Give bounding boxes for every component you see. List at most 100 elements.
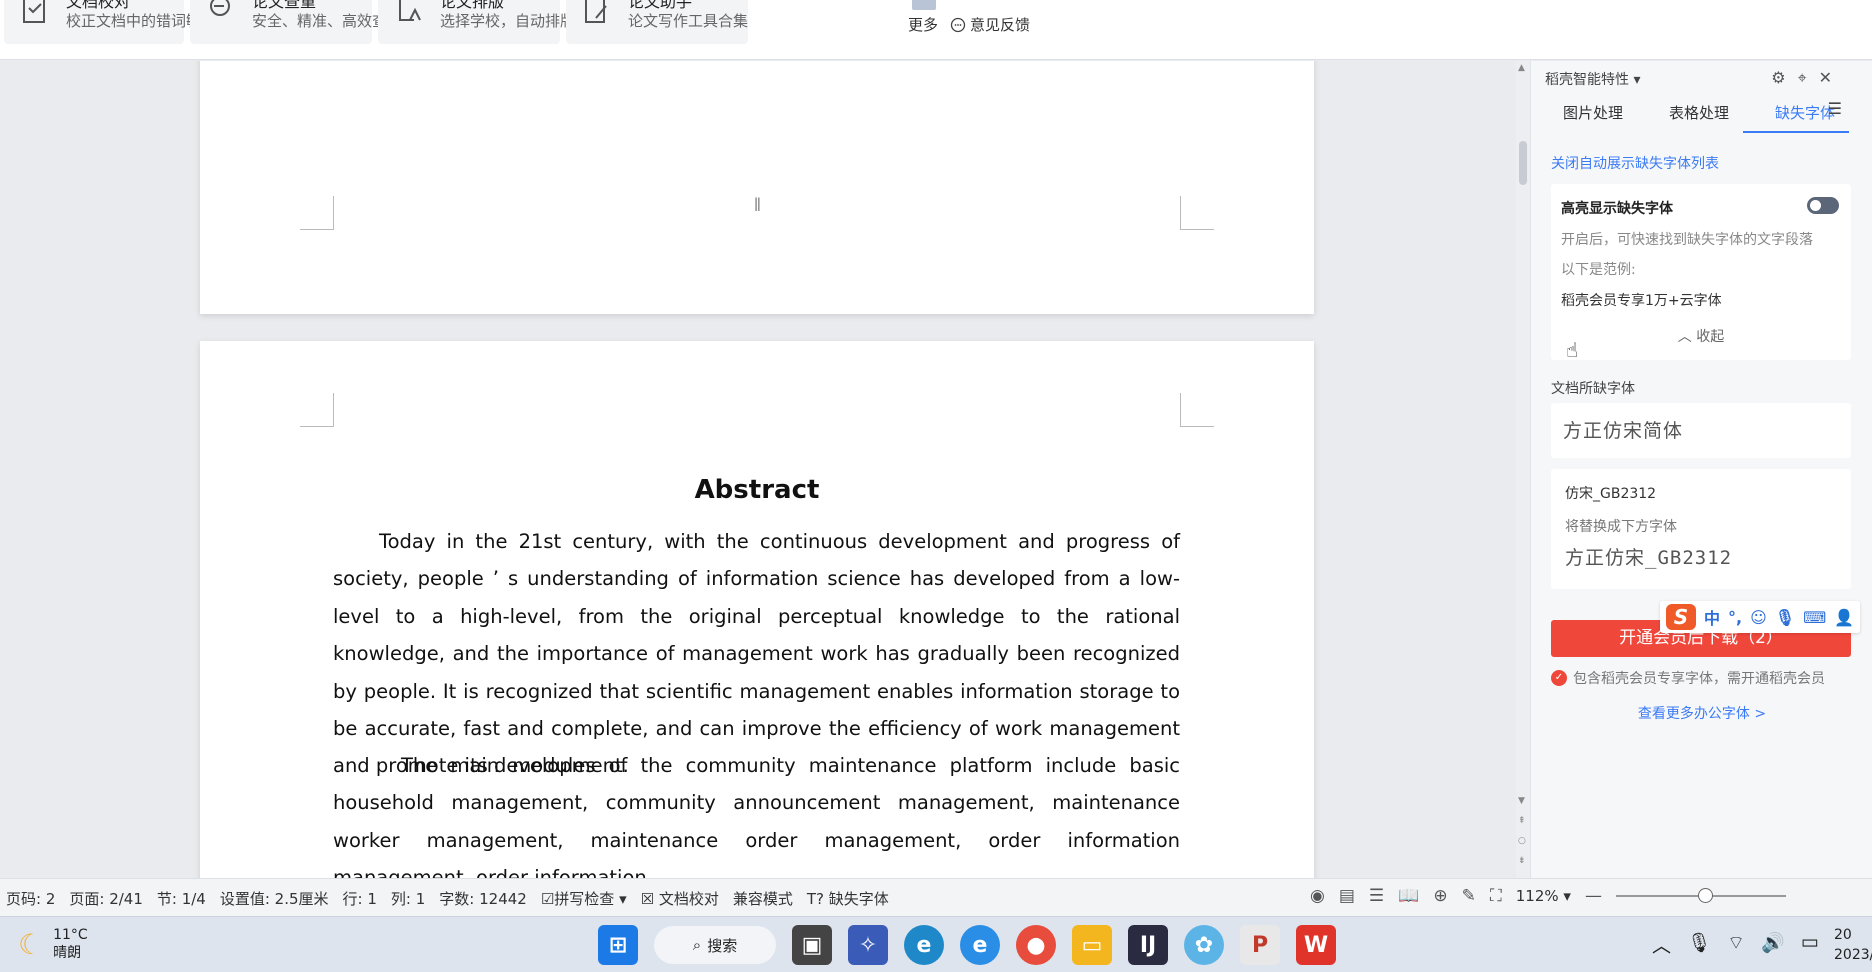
missing-fonts-label: 缺失字体 — [828, 890, 889, 908]
settings-app-icon[interactable]: ✧ — [848, 925, 888, 965]
col-indicator[interactable]: 列: 1 — [391, 888, 425, 909]
more-fonts-link[interactable]: 查看更多办公字体 > — [1531, 703, 1872, 723]
wps-office-icon[interactable]: W — [1296, 925, 1336, 965]
eye-protect-icon[interactable]: ◉ — [1310, 886, 1325, 906]
missing-font-item[interactable]: 仿宋_GB2312 将替换成下方字体 方正仿宋_GB2312 — [1551, 469, 1851, 589]
missing-fonts-button[interactable]: T? 缺失字体 — [807, 888, 889, 909]
clock[interactable]: 20 2023/ — [1834, 925, 1872, 965]
member-note-text: 包含稻壳会员专享字体，需开通稻壳会员 — [1573, 671, 1825, 687]
abstract-heading[interactable]: Abstract — [200, 475, 1314, 505]
microphone-icon[interactable]: 🎙 — [1775, 608, 1795, 627]
prev-page-icon[interactable]: ⇞ — [1518, 816, 1526, 826]
task-view-icon[interactable]: ▣ — [792, 925, 832, 965]
scroll-down-icon[interactable]: ▼ — [1518, 796, 1525, 806]
emoji-icon[interactable]: ☺ — [1750, 608, 1767, 627]
ribbon-toolbar: 文档校对 校正文档中的错词敏... 论文查重 安全、精准、高效查重 论文排版 选… — [0, 0, 1872, 60]
status-bar: 页码: 2 页面: 2/41 节: 1/4 设置值: 2.5厘米 行: 1 列:… — [0, 878, 1872, 916]
feedback-button[interactable]: 意见反馈 — [950, 14, 1030, 35]
scroll-up-icon[interactable]: ▲ — [1518, 63, 1525, 73]
page-previous: ǁ — [200, 61, 1314, 314]
example-label: 以下是范例: — [1561, 262, 1636, 278]
highlight-toggle[interactable] — [1807, 197, 1839, 214]
highlight-label: 高亮显示缺失字体 — [1561, 201, 1673, 217]
scroll-thumb[interactable] — [1519, 141, 1527, 185]
tool-plagiarism-check[interactable]: 论文查重 安全、精准、高效查重 — [190, 0, 402, 44]
member-badge-icon: ✓ — [1551, 670, 1567, 686]
microphone-icon[interactable]: 🎙 — [1687, 931, 1711, 958]
network-app-icon[interactable]: ✿ — [1184, 925, 1224, 965]
missing-font-item[interactable]: 方正仿宋简体 — [1551, 403, 1851, 458]
browse-object-icon[interactable]: ○ — [1518, 836, 1526, 846]
keyboard-icon[interactable]: ⌨ — [1803, 608, 1826, 627]
zoom-level[interactable]: 112% ▾ — [1516, 887, 1571, 905]
missing-fonts-title: 文档所缺字体 — [1551, 381, 1635, 397]
panel-title[interactable]: 稻壳智能特性 ▾ — [1545, 69, 1640, 89]
document-area[interactable]: ǁ Abstract Today in the 21st century, wi… — [0, 61, 1512, 878]
word-count[interactable]: 字数: 12442 — [439, 888, 527, 909]
chevron-up-icon[interactable]: ︿ — [1652, 931, 1671, 958]
ime-punct[interactable]: °, — [1728, 608, 1742, 627]
outline-view-icon[interactable]: ☰ — [1369, 886, 1384, 906]
margin-corner — [300, 393, 334, 427]
ime-mode[interactable]: 中 — [1704, 605, 1720, 629]
row-indicator[interactable]: 行: 1 — [343, 888, 377, 909]
tool-doc-proof[interactable]: 文档校对 校正文档中的错词敏... — [4, 0, 215, 44]
edge-browser-icon[interactable]: e — [904, 925, 944, 965]
taskbar-search[interactable]: ⌕ 搜索 — [654, 926, 776, 964]
battery-icon[interactable]: ▭ — [1801, 931, 1819, 958]
smart-features-panel: 稻壳智能特性 ▾ ⚙ ⌖ ✕ 图片处理 表格处理 缺失字体 ☰ 关闭自动展示缺失… — [1530, 61, 1872, 878]
page-code[interactable]: 页码: 2 — [6, 888, 55, 909]
ie-browser-icon[interactable]: e — [960, 925, 1000, 965]
zoom-slider[interactable] — [1615, 888, 1786, 903]
page-current[interactable]: Abstract Today in the 21st century, with… — [200, 341, 1314, 878]
pin-icon[interactable]: ⌖ — [1798, 68, 1807, 88]
abstract-paragraph-1[interactable]: Today in the 21st century, with the cont… — [333, 523, 1180, 785]
pen-doc-icon — [585, 0, 607, 23]
close-icon[interactable]: ✕ — [1819, 68, 1832, 88]
file-explorer-icon[interactable]: ▭ — [1072, 925, 1112, 965]
collapse-label: 收起 — [1696, 329, 1725, 345]
fit-page-icon[interactable]: ⛶ — [1490, 886, 1502, 906]
menu-icon[interactable]: ☰ — [1828, 99, 1842, 118]
wifi-icon[interactable]: ⌔ — [1727, 931, 1745, 958]
tab-image-processing[interactable]: 图片处理 — [1531, 93, 1637, 133]
section-mark: ǁ — [754, 196, 761, 212]
page-view-icon[interactable]: ▤ — [1339, 886, 1355, 906]
write-view-icon[interactable]: ✎ — [1462, 886, 1476, 906]
tab-table-processing[interactable]: 表格处理 — [1637, 93, 1743, 133]
close-auto-show-link[interactable]: 关闭自动展示缺失字体列表 — [1551, 153, 1719, 173]
next-page-icon[interactable]: ⇟ — [1518, 856, 1526, 866]
zoom-slider-knob[interactable] — [1697, 888, 1713, 903]
zoom-out-icon[interactable]: — — [1585, 886, 1602, 906]
tool-paper-format[interactable]: 论文排版 选择学校，自动排版 — [378, 0, 575, 44]
document-scrollbar[interactable]: ▲ ▼ ⇞ ○ ⇟ — [1516, 61, 1530, 878]
tool-paper-assistant[interactable]: 论文助手 论文写作工具合集 — [566, 0, 748, 44]
web-view-icon[interactable]: ⊕ — [1433, 886, 1447, 906]
clock-date: 2023/ — [1834, 947, 1872, 963]
abstract-paragraph-2[interactable]: The main modules of the community mainte… — [333, 747, 1180, 878]
setting-value[interactable]: 设置值: 2.5厘米 — [220, 888, 329, 909]
presentation-app-icon[interactable]: P — [1240, 925, 1280, 965]
font-name: 仿宋_GB2312 — [1565, 486, 1657, 502]
more-button[interactable]: 更多 — [908, 14, 938, 35]
ime-toolbar[interactable]: S 中 °, ☺ 🎙 ⌨ 👤 — [1660, 601, 1861, 633]
weather-widget[interactable]: ☾ 11°C 晴朗 — [18, 926, 88, 962]
intellij-icon[interactable]: IJ — [1128, 925, 1168, 965]
highlight-card: 高亮显示缺失字体 开启后，可快速找到缺失字体的文字段落 以下是范例: 稻壳会员专… — [1551, 184, 1851, 360]
taskbar-apps: ⊞ ⌕ 搜索 ▣ ✧ e e ● ▭ IJ ✿ P W — [598, 925, 1336, 965]
collapse-button[interactable]: ︿ 收起 — [1551, 326, 1851, 346]
doc-proof-label: 文档校对 — [658, 890, 719, 908]
app-grid-icon — [912, 0, 936, 10]
speaker-icon[interactable]: 🔊 — [1761, 931, 1785, 958]
chrome-browser-icon[interactable]: ● — [1016, 925, 1056, 965]
read-view-icon[interactable]: 📖 — [1398, 886, 1419, 906]
compat-mode[interactable]: 兼容模式 — [733, 888, 793, 909]
doc-proof-button[interactable]: ☒ 文档校对 — [641, 888, 719, 909]
font-question-icon: T? — [806, 890, 825, 908]
windows-start-icon[interactable]: ⊞ — [598, 925, 638, 965]
gear-icon[interactable]: ⚙ — [1771, 68, 1785, 88]
user-icon[interactable]: 👤 — [1834, 608, 1854, 627]
section-indicator[interactable]: 节: 1/4 — [157, 888, 206, 909]
spell-check-button[interactable]: ☑拼写检查 ▾ — [541, 888, 627, 909]
page-indicator[interactable]: 页面: 2/41 — [69, 888, 143, 909]
